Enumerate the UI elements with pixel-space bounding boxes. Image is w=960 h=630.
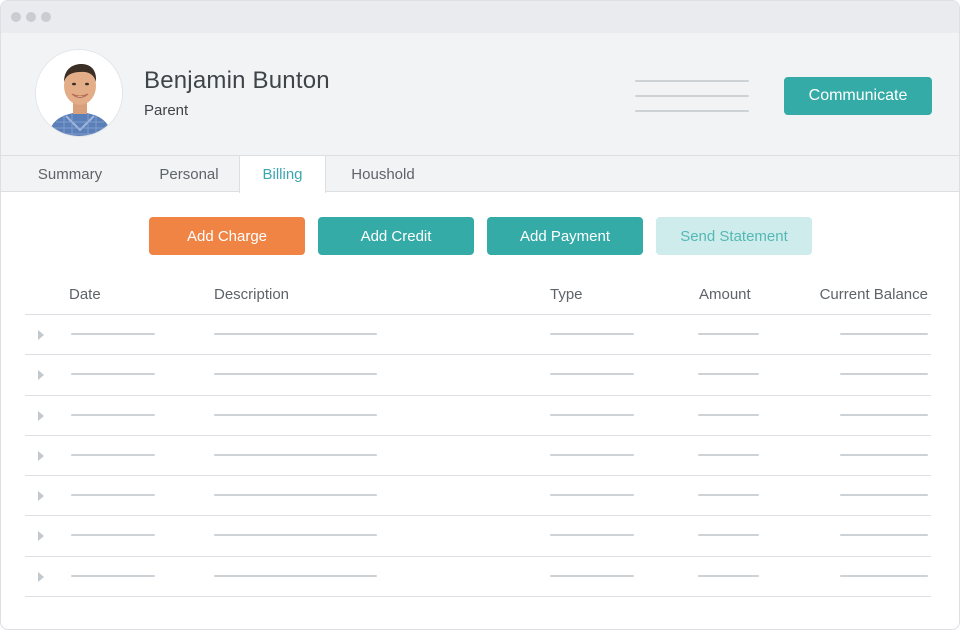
date-placeholder <box>71 575 155 577</box>
balance-placeholder <box>840 414 928 416</box>
caret-right-icon[interactable] <box>38 451 44 461</box>
column-header-date[interactable]: Date <box>69 286 101 303</box>
table-row[interactable] <box>25 436 931 476</box>
amount-placeholder <box>698 494 759 496</box>
send-statement-button[interactable]: Send Statement <box>656 217 812 255</box>
column-header-amount[interactable]: Amount <box>699 286 751 303</box>
date-placeholder <box>71 414 155 416</box>
tab-personal[interactable]: Personal <box>139 156 239 192</box>
tab-bar: Summary Personal Billing Houshold <box>1 156 959 192</box>
window-titlebar <box>1 1 959 33</box>
balance-placeholder <box>840 373 928 375</box>
description-placeholder <box>214 494 377 496</box>
profile-header: Benjamin Bunton Parent Communicate <box>1 33 959 156</box>
description-placeholder <box>214 414 377 416</box>
column-header-current-balance[interactable]: Current Balance <box>820 286 928 303</box>
table-row[interactable] <box>25 557 931 597</box>
description-placeholder <box>214 454 377 456</box>
add-credit-button[interactable]: Add Credit <box>318 217 474 255</box>
date-placeholder <box>71 534 155 536</box>
header-placeholder-line <box>635 80 749 82</box>
balance-placeholder <box>840 534 928 536</box>
amount-placeholder <box>698 575 759 577</box>
date-placeholder <box>71 333 155 335</box>
table-header: Date Description Type Amount Current Bal… <box>25 277 931 315</box>
type-placeholder <box>550 494 634 496</box>
column-header-description[interactable]: Description <box>214 286 289 303</box>
billing-actions: Add Charge Add Credit Add Payment Send S… <box>1 217 960 255</box>
profile-name: Benjamin Bunton <box>144 67 330 95</box>
date-placeholder <box>71 494 155 496</box>
table-row[interactable] <box>25 396 931 436</box>
type-placeholder <box>550 414 634 416</box>
balance-placeholder <box>840 494 928 496</box>
header-placeholder-line <box>635 95 749 97</box>
caret-right-icon[interactable] <box>38 370 44 380</box>
tab-billing[interactable]: Billing <box>239 156 326 193</box>
description-placeholder <box>214 333 377 335</box>
balance-placeholder <box>840 575 928 577</box>
caret-right-icon[interactable] <box>38 531 44 541</box>
table-row[interactable] <box>25 476 931 516</box>
type-placeholder <box>550 575 634 577</box>
amount-placeholder <box>698 333 759 335</box>
add-charge-button[interactable]: Add Charge <box>149 217 305 255</box>
description-placeholder <box>214 575 377 577</box>
date-placeholder <box>71 454 155 456</box>
date-placeholder <box>71 373 155 375</box>
balance-placeholder <box>840 454 928 456</box>
type-placeholder <box>550 534 634 536</box>
type-placeholder <box>550 373 634 375</box>
app-window: Benjamin Bunton Parent Communicate Summa… <box>0 0 960 630</box>
caret-right-icon[interactable] <box>38 491 44 501</box>
caret-right-icon[interactable] <box>38 411 44 421</box>
billing-table: Date Description Type Amount Current Bal… <box>25 277 931 597</box>
window-maximize-dot[interactable] <box>41 12 51 22</box>
caret-right-icon[interactable] <box>38 572 44 582</box>
add-payment-button[interactable]: Add Payment <box>487 217 643 255</box>
table-row[interactable] <box>25 315 931 355</box>
tab-houshold[interactable]: Houshold <box>326 156 440 192</box>
table-row[interactable] <box>25 516 931 556</box>
table-row[interactable] <box>25 355 931 395</box>
type-placeholder <box>550 333 634 335</box>
amount-placeholder <box>698 373 759 375</box>
avatar <box>35 49 123 137</box>
person-photo-icon <box>36 50 123 137</box>
type-placeholder <box>550 454 634 456</box>
amount-placeholder <box>698 534 759 536</box>
amount-placeholder <box>698 414 759 416</box>
window-close-dot[interactable] <box>11 12 21 22</box>
tab-summary[interactable]: Summary <box>1 156 139 192</box>
column-header-type[interactable]: Type <box>550 286 583 303</box>
profile-role: Parent <box>144 102 188 119</box>
communicate-button[interactable]: Communicate <box>784 77 932 115</box>
header-placeholder-line <box>635 110 749 112</box>
window-minimize-dot[interactable] <box>26 12 36 22</box>
caret-right-icon[interactable] <box>38 330 44 340</box>
table-body <box>25 315 931 597</box>
description-placeholder <box>214 534 377 536</box>
amount-placeholder <box>698 454 759 456</box>
balance-placeholder <box>840 333 928 335</box>
description-placeholder <box>214 373 377 375</box>
